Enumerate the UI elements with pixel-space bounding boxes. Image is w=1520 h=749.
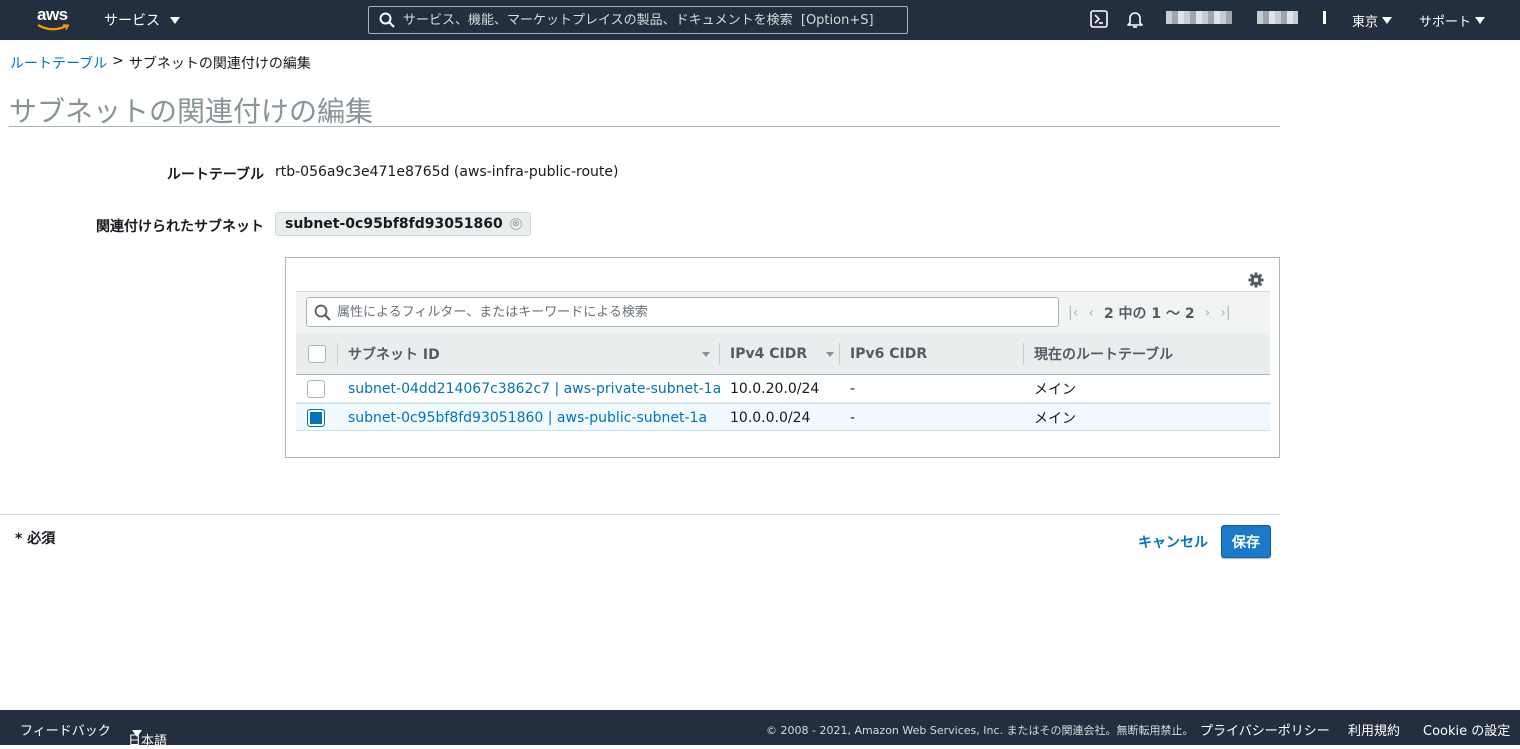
next-page-icon[interactable]: › bbox=[1205, 305, 1211, 321]
column-ipv6-cidr[interactable]: IPv6 CIDR bbox=[840, 333, 1024, 375]
aws-smile-icon bbox=[37, 24, 70, 31]
breadcrumb-separator: > bbox=[112, 53, 124, 69]
cancel-button[interactable]: キャンセル bbox=[1138, 532, 1208, 552]
services-label: サービス bbox=[104, 13, 160, 29]
column-header-label: 現在のルートテーブル bbox=[1034, 347, 1174, 363]
route-table-value: rtb-056a9c3e471e8765d (aws-infra-public-… bbox=[275, 164, 619, 180]
chevron-down-icon bbox=[1382, 17, 1393, 24]
row-checkbox[interactable] bbox=[307, 409, 325, 427]
remove-token-icon[interactable]: ⊗ bbox=[509, 218, 522, 230]
support-label: サポート bbox=[1419, 15, 1472, 30]
column-header-label: IPv4 CIDR bbox=[730, 346, 808, 362]
table-filter[interactable] bbox=[306, 297, 1059, 327]
ipv4-cidr-cell: 10.0.20.0/24 bbox=[730, 381, 820, 397]
account-menu[interactable] bbox=[1153, 0, 1328, 42]
header-select-cell bbox=[296, 333, 338, 375]
column-ipv4-cidr[interactable]: IPv4 CIDR bbox=[720, 333, 840, 375]
prev-page-icon[interactable]: ‹ bbox=[1088, 305, 1094, 321]
first-page-icon[interactable]: |‹ bbox=[1068, 305, 1078, 321]
breadcrumb-current: サブネットの関連付けの編集 bbox=[128, 56, 311, 72]
aws-logo[interactable]: aws bbox=[37, 6, 71, 34]
title-divider bbox=[9, 126, 1280, 127]
redacted-account-name bbox=[1166, 11, 1232, 24]
cloudshell-icon[interactable] bbox=[1090, 10, 1108, 32]
route-table-cell: メイン bbox=[1034, 411, 1076, 427]
search-icon bbox=[314, 304, 331, 321]
region-selector[interactable]: 東京 bbox=[1352, 11, 1393, 30]
chevron-down-icon bbox=[132, 730, 142, 737]
services-menu[interactable]: サービス bbox=[104, 10, 180, 30]
chevron-down-icon bbox=[170, 16, 180, 24]
gear-icon[interactable] bbox=[1248, 272, 1264, 292]
token-label: subnet-0c95bf8fd93051860 bbox=[285, 216, 503, 232]
subnet-id-link[interactable]: subnet-0c95bf8fd93051860 | aws-public-su… bbox=[348, 404, 707, 432]
save-button[interactable]: 保存 bbox=[1221, 525, 1271, 558]
global-search[interactable] bbox=[368, 6, 908, 34]
row-select-cell bbox=[307, 404, 325, 432]
top-navigation-bar: aws サービス 東京 サ bbox=[0, 0, 1520, 42]
chevron-down-icon bbox=[1475, 17, 1486, 24]
ipv4-cidr-cell: 10.0.0.0/24 bbox=[730, 410, 811, 426]
notifications-bell-icon[interactable] bbox=[1126, 10, 1144, 33]
ipv6-cidr-cell: - bbox=[850, 381, 856, 397]
actions-divider bbox=[0, 514, 1280, 515]
row-select-cell bbox=[307, 375, 325, 403]
subnet-table-panel: |‹ ‹ 2 中の 1 〜 2 › ›| サブネット ID IPv4 CIDR … bbox=[285, 257, 1280, 458]
pagination-text: 2 中の 1 〜 2 bbox=[1103, 306, 1195, 322]
ipv6-cidr-cell: - bbox=[850, 410, 856, 426]
column-subnet-id[interactable]: サブネット ID bbox=[338, 333, 720, 375]
support-menu[interactable]: サポート bbox=[1419, 11, 1486, 30]
terms-link[interactable]: 利用規約 bbox=[1348, 720, 1400, 739]
row-checkbox[interactable] bbox=[307, 380, 325, 398]
selected-subnet-token: subnet-0c95bf8fd93051860 ⊗ bbox=[275, 212, 531, 236]
sort-icon[interactable] bbox=[702, 351, 710, 357]
feedback-link[interactable]: フィードバック bbox=[20, 720, 111, 739]
table-row[interactable]: subnet-0c95bf8fd93051860 | aws-public-su… bbox=[296, 403, 1270, 431]
last-page-icon[interactable]: ›| bbox=[1220, 305, 1230, 321]
breadcrumb: ルートテーブル > サブネットの関連付けの編集 bbox=[10, 53, 311, 73]
subnet-id-link[interactable]: subnet-04dd214067c3862c7 | aws-private-s… bbox=[348, 375, 721, 403]
console-footer: フィードバック 日本語 © 2008 - 2021, Amazon Web Se… bbox=[0, 710, 1520, 749]
column-header-label: IPv6 CIDR bbox=[850, 346, 928, 362]
sort-icon[interactable] bbox=[826, 351, 834, 357]
associated-subnets-label: 関連付けられたサブネット bbox=[96, 219, 264, 235]
table-header: サブネット ID IPv4 CIDR IPv6 CIDR 現在のルートテーブル bbox=[296, 333, 1270, 375]
column-header-label: サブネット ID bbox=[348, 347, 440, 363]
table-filter-bar: |‹ ‹ 2 中の 1 〜 2 › ›| bbox=[296, 291, 1270, 333]
redacted-account-id bbox=[1257, 11, 1298, 24]
global-search-input[interactable] bbox=[403, 12, 903, 28]
search-icon bbox=[379, 12, 395, 28]
privacy-policy-link[interactable]: プライバシーポリシー bbox=[1200, 720, 1330, 739]
copyright-text: © 2008 - 2021, Amazon Web Services, Inc.… bbox=[766, 724, 1194, 737]
table-row[interactable]: subnet-04dd214067c3862c7 | aws-private-s… bbox=[296, 375, 1270, 403]
route-table-label: ルートテーブル bbox=[166, 167, 264, 183]
cookie-settings-link[interactable]: Cookie の設定 bbox=[1423, 720, 1510, 739]
breadcrumb-route-tables-link[interactable]: ルートテーブル bbox=[10, 53, 107, 73]
required-note: * 必須 bbox=[15, 531, 56, 547]
redacted-marker bbox=[1323, 11, 1326, 24]
pagination: |‹ ‹ 2 中の 1 〜 2 › ›| bbox=[1068, 303, 1231, 323]
region-label: 東京 bbox=[1352, 15, 1379, 30]
select-all-checkbox[interactable] bbox=[308, 345, 326, 363]
page-title: サブネットの関連付けの編集 bbox=[9, 95, 374, 128]
route-table-cell: メイン bbox=[1034, 382, 1076, 398]
table-filter-input[interactable] bbox=[337, 304, 1037, 320]
column-current-route-table[interactable]: 現在のルートテーブル bbox=[1024, 333, 1270, 375]
